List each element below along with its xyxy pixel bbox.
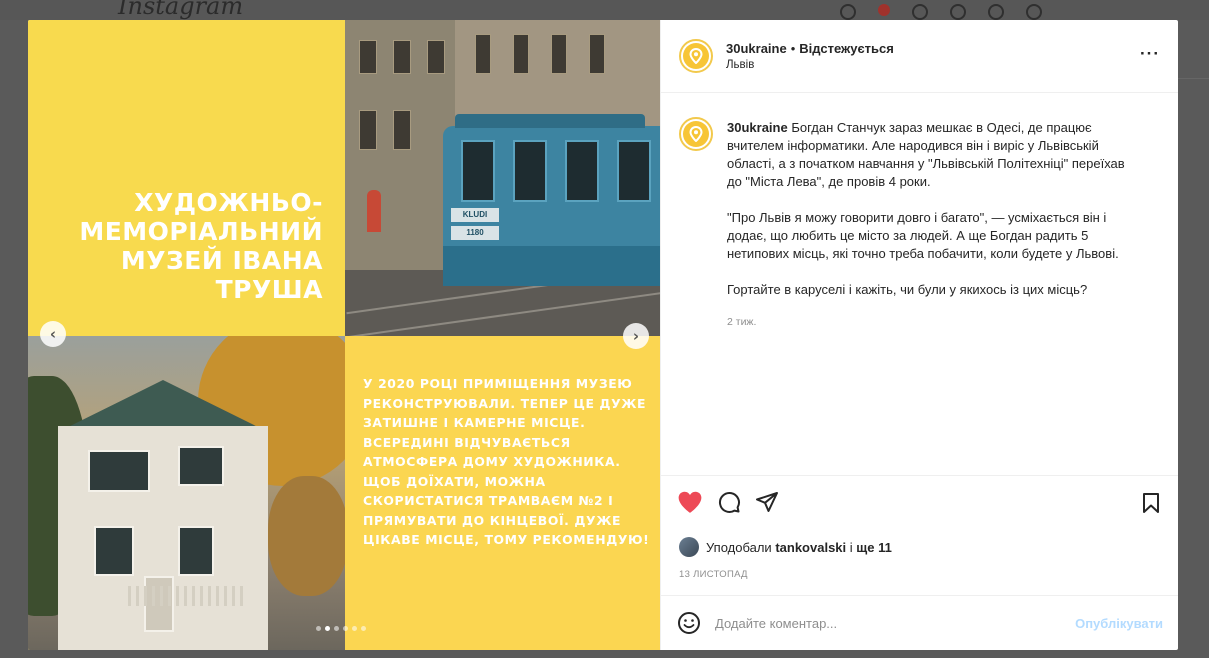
info-panel: У 2020 році приміщення музею реконструюв…: [345, 336, 660, 650]
house-window: [178, 446, 224, 486]
tram-window: [565, 140, 599, 202]
window: [359, 110, 377, 150]
author-avatar[interactable]: [679, 39, 713, 73]
save-button[interactable]: [1141, 492, 1161, 519]
caption-paragraph: Гортайте в каруселі і кажіть, чи були у …: [727, 282, 1088, 297]
post-date: 13 ЛИСТОПАД: [679, 569, 748, 580]
tram-number: 1180: [451, 226, 499, 240]
caption-username[interactable]: 30ukraine: [727, 120, 788, 135]
caption-area: 30ukraine Богдан Станчук зараз мешкає в …: [661, 93, 1178, 473]
caption-text: 30ukraine Богдан Станчук зараз мешкає в …: [727, 119, 1139, 473]
post-modal: Художньо-меморіальний музей Івана Труша: [28, 20, 1178, 650]
carousel-dots: [316, 626, 366, 631]
post-side-panel: 30ukraine • Відстежується Львів ··· 30ukra…: [660, 20, 1178, 650]
window: [427, 40, 445, 74]
window: [513, 34, 529, 74]
author-username[interactable]: 30ukraine: [726, 41, 787, 56]
more-options-button[interactable]: ···: [1140, 44, 1160, 64]
action-buttons: [677, 490, 779, 514]
tram-photo: KLUDI 1180: [345, 20, 660, 336]
carousel-dot-active: [325, 626, 330, 631]
caption-paragraph: 30ukraine Богдан Станчук зараз мешкає в …: [727, 119, 1139, 191]
media-body-text: У 2020 році приміщення музею реконструюв…: [363, 376, 650, 547]
window: [589, 34, 605, 74]
header-title-line: 30ukraine • Відстежується: [726, 41, 894, 56]
house-window: [94, 526, 134, 576]
follow-status-button[interactable]: Відстежується: [799, 41, 894, 56]
publish-comment-button[interactable]: Опублікувати: [1075, 616, 1163, 631]
window: [393, 110, 411, 150]
media-headline: Художньо-меморіальний музей Івана Труша: [79, 188, 323, 304]
header-text: 30ukraine • Відстежується Львів: [726, 41, 894, 71]
likes-others-link[interactable]: ще 11: [856, 540, 892, 555]
window: [551, 34, 567, 74]
title-panel: Художньо-меморіальний музей Івана Труша: [28, 20, 345, 336]
heart-filled-icon: [678, 491, 702, 513]
tram-window: [461, 140, 495, 202]
fence: [128, 586, 248, 606]
caption-author-avatar[interactable]: [679, 117, 713, 151]
pedestrian: [367, 190, 381, 232]
likes-connector: і: [849, 539, 853, 555]
profile-icon: [1026, 4, 1042, 20]
carousel-dot: [343, 626, 348, 631]
carousel-dot: [316, 626, 321, 631]
rail: [346, 291, 660, 336]
tram-window: [617, 140, 651, 202]
background-top-bar: Instagram: [0, 0, 1209, 20]
window: [393, 40, 411, 74]
comment-bar: Опублікувати: [661, 595, 1178, 650]
likes-summary: Уподобали tankovalski і ще 11: [679, 537, 892, 557]
tram: KLUDI 1180: [443, 114, 660, 286]
house-window: [178, 526, 214, 576]
post-actions: Уподобали tankovalski і ще 11 13 ЛИСТОПА…: [661, 475, 1178, 595]
autumn-tree: [268, 476, 345, 596]
new-post-icon: [912, 4, 928, 20]
tram-roof: [455, 114, 645, 128]
location-pin-icon: [683, 43, 709, 69]
caption-paragraph: "Про Львів я можу говорити довго і багат…: [727, 210, 1119, 261]
tram-brand-label: KLUDI: [451, 208, 499, 222]
window: [359, 40, 377, 74]
likes-prefix: Уподобали: [706, 539, 772, 555]
post-media-carousel[interactable]: Художньо-меморіальний музей Івана Труша: [28, 20, 660, 650]
location-pin-icon: [683, 121, 709, 147]
carousel-dot: [361, 626, 366, 631]
post-location-link[interactable]: Львів: [726, 59, 894, 71]
share-button[interactable]: [755, 490, 779, 514]
activity-icon: [988, 4, 1004, 20]
house-roof: [58, 380, 268, 432]
post-header: 30ukraine • Відстежується Львів ···: [661, 20, 1178, 93]
caption-time-ago: 2 тиж.: [727, 316, 757, 328]
messenger-icon: [878, 4, 890, 16]
tram-window: [513, 140, 547, 202]
bookmark-icon: [1143, 493, 1159, 513]
instagram-logo: Instagram: [118, 0, 244, 20]
carousel-dot: [352, 626, 357, 631]
carousel-dot: [334, 626, 339, 631]
carousel-prev-button[interactable]: ‹: [40, 321, 66, 347]
paper-plane-icon: [756, 492, 778, 512]
home-icon: [840, 4, 856, 20]
comment-button[interactable]: [717, 490, 741, 514]
carousel-next-button[interactable]: ›: [623, 323, 649, 349]
tram-lower-body: [443, 246, 660, 286]
like-button[interactable]: [677, 490, 703, 514]
museum-house-photo: [28, 336, 345, 650]
house: [58, 426, 268, 650]
background-nav-icons: [840, 4, 1042, 20]
comment-input[interactable]: [715, 615, 1076, 631]
separator-dot: •: [790, 41, 796, 56]
liker-username[interactable]: tankovalski: [775, 540, 846, 555]
smiley-icon: [678, 612, 700, 634]
comment-bubble-icon: [718, 491, 740, 513]
house-window: [88, 450, 150, 492]
explore-icon: [950, 4, 966, 20]
window: [475, 34, 491, 74]
liker-avatar[interactable]: [679, 537, 699, 557]
emoji-button[interactable]: [677, 611, 701, 635]
